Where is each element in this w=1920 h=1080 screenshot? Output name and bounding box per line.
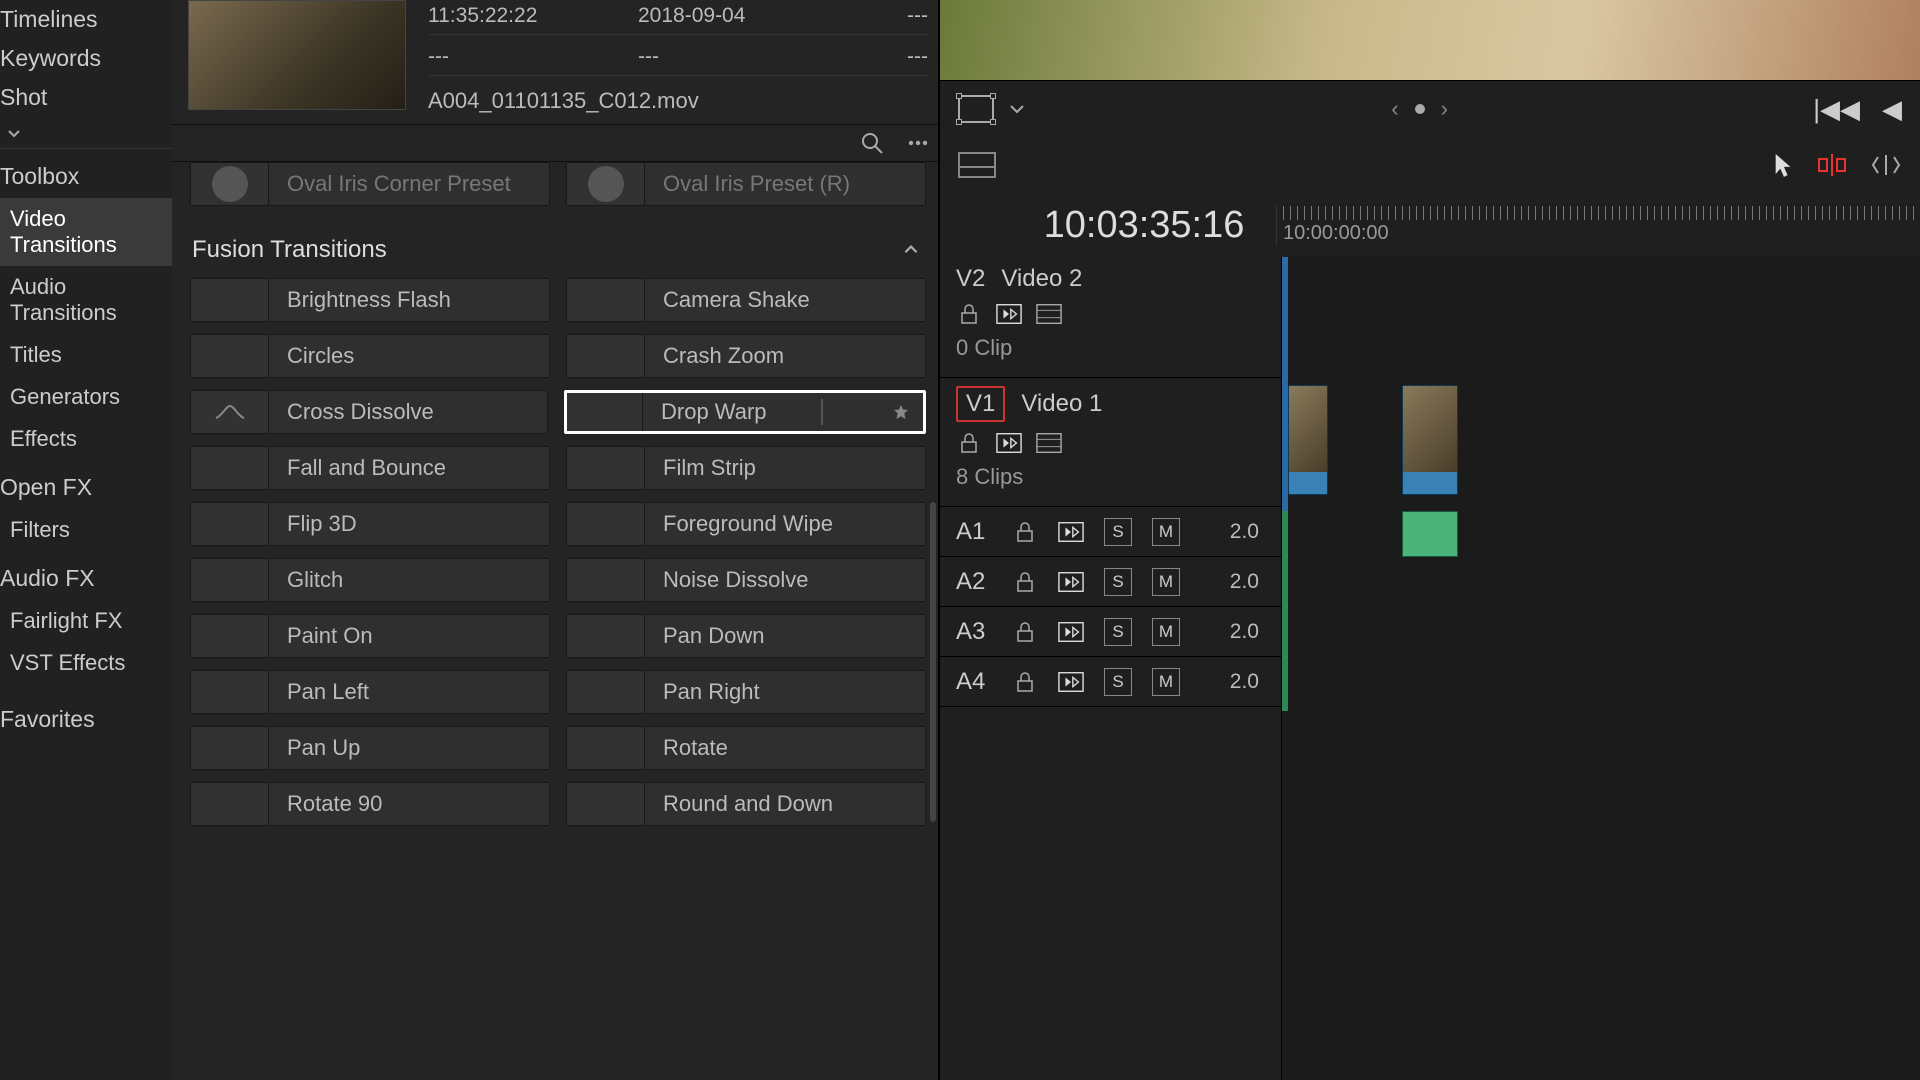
lock-icon[interactable] <box>1012 671 1038 693</box>
category-favorites[interactable]: Favorites <box>0 700 172 739</box>
transition-rotate-90[interactable]: Rotate 90 <box>190 782 550 826</box>
lock-icon[interactable] <box>956 432 982 454</box>
sidebar-item-fairlight-fx[interactable]: Fairlight FX <box>0 600 172 642</box>
smartbin-timelines[interactable]: Timelines <box>0 0 172 39</box>
timeline-canvas[interactable] <box>1282 257 1920 1080</box>
transition-pan-right[interactable]: Pan Right <box>566 670 926 714</box>
auto-select-icon[interactable] <box>1058 671 1084 693</box>
viewer-preview[interactable] <box>940 0 1920 80</box>
smartbin-keywords[interactable]: Keywords <box>0 39 172 78</box>
solo-button[interactable]: S <box>1104 668 1132 696</box>
transition-round-and-down[interactable]: Round and Down <box>566 782 926 826</box>
transition-pan-left[interactable]: Pan Left <box>190 670 550 714</box>
transition-film-strip[interactable]: Film Strip <box>566 446 926 490</box>
sidebar-item-generators[interactable]: Generators <box>0 376 172 418</box>
nav-next-icon[interactable]: › <box>1441 96 1448 122</box>
section-fusion-transitions[interactable]: Fusion Transitions <box>190 218 926 278</box>
transition-drop-warp[interactable]: Drop Warp <box>564 390 926 434</box>
transition-pan-down[interactable]: Pan Down <box>566 614 926 658</box>
nav-dot-icon <box>1415 104 1425 114</box>
step-back-icon[interactable]: ◀ <box>1882 94 1902 125</box>
lock-icon[interactable] <box>1012 571 1038 593</box>
nav-prev-icon[interactable]: ‹ <box>1391 96 1398 122</box>
trim-tool-icon[interactable] <box>1870 151 1902 179</box>
mute-button[interactable]: M <box>1152 618 1180 646</box>
auto-select-icon[interactable] <box>996 432 1022 454</box>
chevron-down-icon[interactable] <box>1008 103 1026 115</box>
track-display-icon[interactable] <box>1036 432 1062 454</box>
clip-filename: A004_01101135_C012.mov <box>428 86 928 114</box>
auto-select-icon[interactable] <box>1058 621 1084 643</box>
clip-metadata: 11:35:22:222018-09-04--- --------- A004_… <box>428 0 928 114</box>
sidebar-item-vst-effects[interactable]: VST Effects <box>0 642 172 684</box>
sidebar-item-filters[interactable]: Filters <box>0 509 172 551</box>
video-track-header-v1[interactable]: V1Video 1 8 Clips <box>940 378 1281 507</box>
chevron-down-icon <box>6 125 22 141</box>
sidebar-item-video-transitions[interactable]: Video Transitions <box>0 198 172 266</box>
timeline-panel: ‹ › |◀◀ ◀ 10:03:35:16 10:00:00:00 <box>940 0 1920 1080</box>
clip-thumbnail[interactable] <box>188 0 406 110</box>
transition-camera-shake[interactable]: Camera Shake <box>566 278 926 322</box>
audio-track-header-a4[interactable]: A4 S M 2.0 <box>940 657 1281 707</box>
search-icon[interactable] <box>860 131 884 155</box>
transition-rotate[interactable]: Rotate <box>566 726 926 770</box>
video-track-header-v2[interactable]: V2Video 2 0 Clip <box>940 257 1281 378</box>
solo-button[interactable]: S <box>1104 568 1132 596</box>
sidebar-item-audio-transitions[interactable]: Audio Transitions <box>0 266 172 334</box>
audio-track-header-a3[interactable]: A3 S M 2.0 <box>940 607 1281 657</box>
category-toolbox[interactable]: Toolbox <box>0 149 172 198</box>
transition-noise-dissolve[interactable]: Noise Dissolve <box>566 558 926 602</box>
timecode-display[interactable]: 10:03:35:16 <box>940 204 1276 247</box>
transition-oval-iris-r[interactable]: Oval Iris Preset (R) <box>566 162 926 206</box>
audio-track-header-a2[interactable]: A2 S M 2.0 <box>940 557 1281 607</box>
chevron-up-icon <box>902 241 920 259</box>
mute-button[interactable]: M <box>1152 668 1180 696</box>
lock-icon[interactable] <box>1012 621 1038 643</box>
effects-sidebar: Timelines Keywords Shot Toolbox Video Tr… <box>0 0 172 1080</box>
favorite-star-icon[interactable] <box>893 404 909 420</box>
sidebar-collapse-row[interactable] <box>0 117 172 149</box>
scrollbar-thumb[interactable] <box>930 502 936 822</box>
transition-pan-up[interactable]: Pan Up <box>190 726 550 770</box>
solo-button[interactable]: S <box>1104 618 1132 646</box>
mute-button[interactable]: M <box>1152 568 1180 596</box>
auto-select-icon[interactable] <box>996 303 1022 325</box>
timeline-clip[interactable] <box>1288 385 1328 495</box>
lock-icon[interactable] <box>1012 521 1038 543</box>
options-menu-icon[interactable] <box>906 131 930 155</box>
timeline-ruler[interactable]: 10:00:00:00 <box>1276 205 1920 245</box>
blade-tool-icon[interactable] <box>1816 151 1848 179</box>
transition-circles[interactable]: Circles <box>190 334 550 378</box>
transition-cross-dissolve[interactable]: Cross Dissolve <box>190 390 548 434</box>
audio-track-header-a1[interactable]: A1 S M 2.0 <box>940 507 1281 557</box>
track-display-icon[interactable] <box>1036 303 1062 325</box>
transition-oval-iris-corner[interactable]: Oval Iris Corner Preset <box>190 162 550 206</box>
transition-paint-on[interactable]: Paint On <box>190 614 550 658</box>
transition-crash-zoom[interactable]: Crash Zoom <box>566 334 926 378</box>
mute-button[interactable]: M <box>1152 518 1180 546</box>
timeline-clip[interactable] <box>1402 385 1458 495</box>
category-audiofx[interactable]: Audio FX <box>0 551 172 600</box>
sidebar-item-effects[interactable]: Effects <box>0 418 172 460</box>
effects-library-panel: 11:35:22:222018-09-04--- --------- A004_… <box>172 0 940 1080</box>
auto-select-icon[interactable] <box>1058 571 1084 593</box>
lock-icon[interactable] <box>956 303 982 325</box>
category-openfx[interactable]: Open FX <box>0 460 172 509</box>
transform-icon[interactable] <box>958 95 994 123</box>
selection-tool-icon[interactable] <box>1772 152 1794 178</box>
transition-foreground-wipe[interactable]: Foreground Wipe <box>566 502 926 546</box>
transition-glitch[interactable]: Glitch <box>190 558 550 602</box>
transition-brightness-flash[interactable]: Brightness Flash <box>190 278 550 322</box>
go-start-icon[interactable]: |◀◀ <box>1813 94 1860 125</box>
transition-fall-and-bounce[interactable]: Fall and Bounce <box>190 446 550 490</box>
auto-select-icon[interactable] <box>1058 521 1084 543</box>
solo-button[interactable]: S <box>1104 518 1132 546</box>
transition-flip-3d[interactable]: Flip 3D <box>190 502 550 546</box>
timeline-view-icon[interactable] <box>958 152 996 178</box>
sidebar-item-titles[interactable]: Titles <box>0 334 172 376</box>
smartbin-shot[interactable]: Shot <box>0 78 172 117</box>
timeline-audio-clip[interactable] <box>1402 511 1458 557</box>
